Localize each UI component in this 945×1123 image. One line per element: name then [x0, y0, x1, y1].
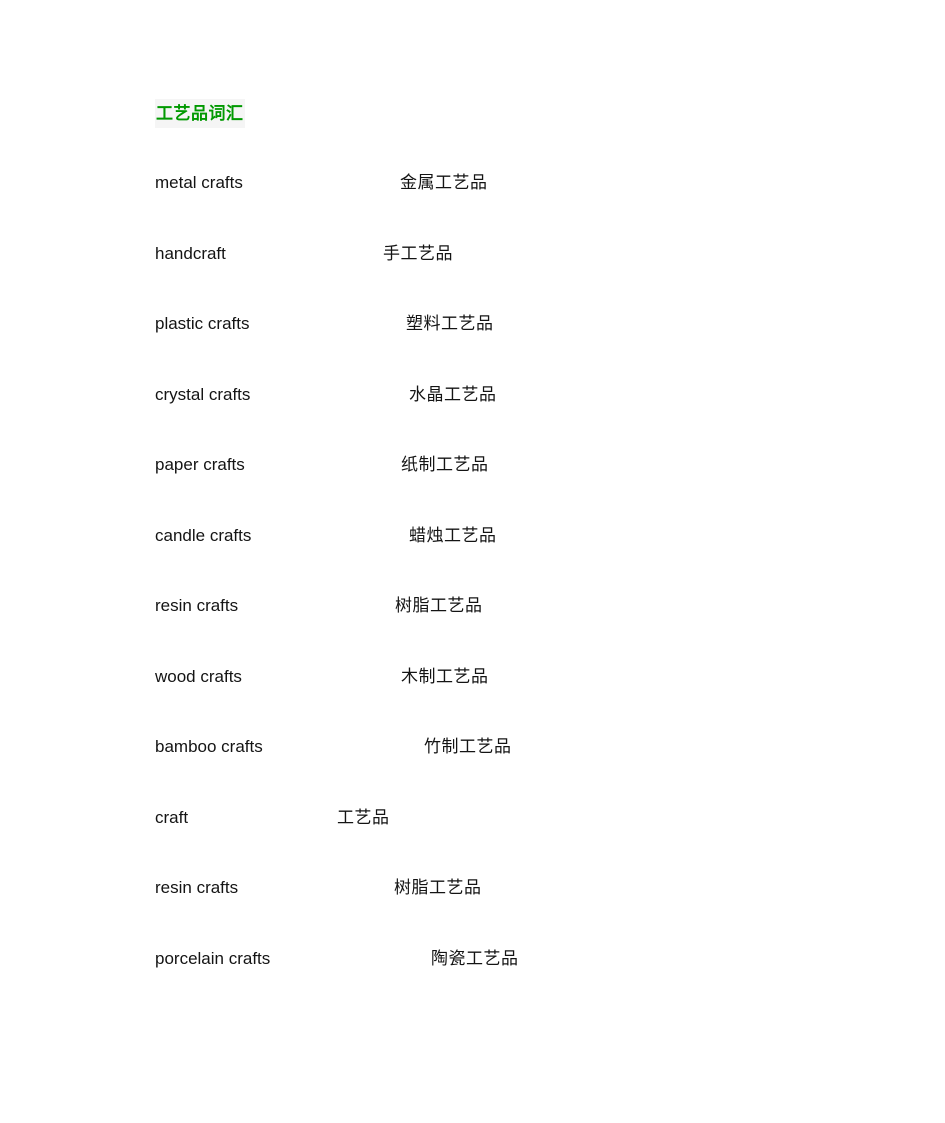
glossary-term-chinese: 树脂工艺品: [394, 878, 482, 898]
document-page: 工艺品词汇 metal crafts 金属工艺品 handcraft 手工艺品 plas…: [0, 0, 945, 1123]
glossary-term-chinese: 陶瓷工艺品: [431, 948, 519, 969]
glossary-term-chinese: 塑料工艺品: [406, 314, 494, 334]
glossary-term-english: bamboo crafts: [155, 737, 263, 756]
glossary-term-english: craft: [155, 807, 189, 827]
glossary-row: bamboo crafts 竹制工艺品: [0, 725, 945, 796]
glossary-row: plastic crafts 塑料工艺品: [0, 302, 945, 373]
glossary-term-english: resin crafts: [155, 878, 239, 897]
glossary-term-english: candle crafts: [155, 525, 252, 545]
glossary-term-english: paper crafts: [155, 455, 245, 474]
glossary-term-english: wood crafts: [155, 666, 242, 686]
glossary-row: handcraft 手工艺品: [0, 232, 945, 303]
glossary-term-chinese: 树脂工艺品: [395, 596, 483, 616]
glossary-term-chinese: 纸制工艺品: [401, 455, 489, 475]
glossary-row: crystal crafts 水晶工艺品: [0, 373, 945, 444]
glossary-term-english: plastic crafts: [155, 314, 250, 333]
glossary-row: paper crafts 纸制工艺品: [0, 443, 945, 514]
glossary-term-chinese: 木制工艺品: [401, 666, 489, 687]
glossary-row: candle crafts 蜡烛工艺品: [0, 514, 945, 585]
glossary-row: resin crafts 树脂工艺品: [0, 584, 945, 655]
glossary-term-chinese: 工艺品: [337, 807, 390, 828]
glossary-term-chinese: 竹制工艺品: [424, 737, 512, 757]
glossary-term-english: handcraft: [155, 243, 226, 263]
glossary-row: resin crafts 树脂工艺品: [0, 866, 945, 937]
glossary-term-english: crystal crafts: [155, 384, 251, 404]
glossary-term-english: metal crafts: [155, 173, 243, 192]
glossary-row: porcelain crafts 陶瓷工艺品: [0, 937, 945, 1008]
glossary-term-english: porcelain crafts: [155, 948, 271, 968]
glossary-term-chinese: 水晶工艺品: [409, 384, 497, 405]
glossary-row: metal crafts 金属工艺品: [0, 161, 945, 232]
glossary-term-english: resin crafts: [155, 596, 239, 615]
page-title: 工艺品词汇: [155, 99, 245, 128]
glossary-term-chinese: 蜡烛工艺品: [409, 525, 497, 546]
glossary-term-chinese: 手工艺品: [383, 243, 453, 264]
glossary-row: craft 工艺品: [0, 796, 945, 867]
glossary-term-chinese: 金属工艺品: [400, 173, 488, 193]
glossary-list: metal crafts 金属工艺品 handcraft 手工艺品 plastic cr…: [0, 161, 945, 1007]
glossary-row: wood crafts 木制工艺品: [0, 655, 945, 726]
